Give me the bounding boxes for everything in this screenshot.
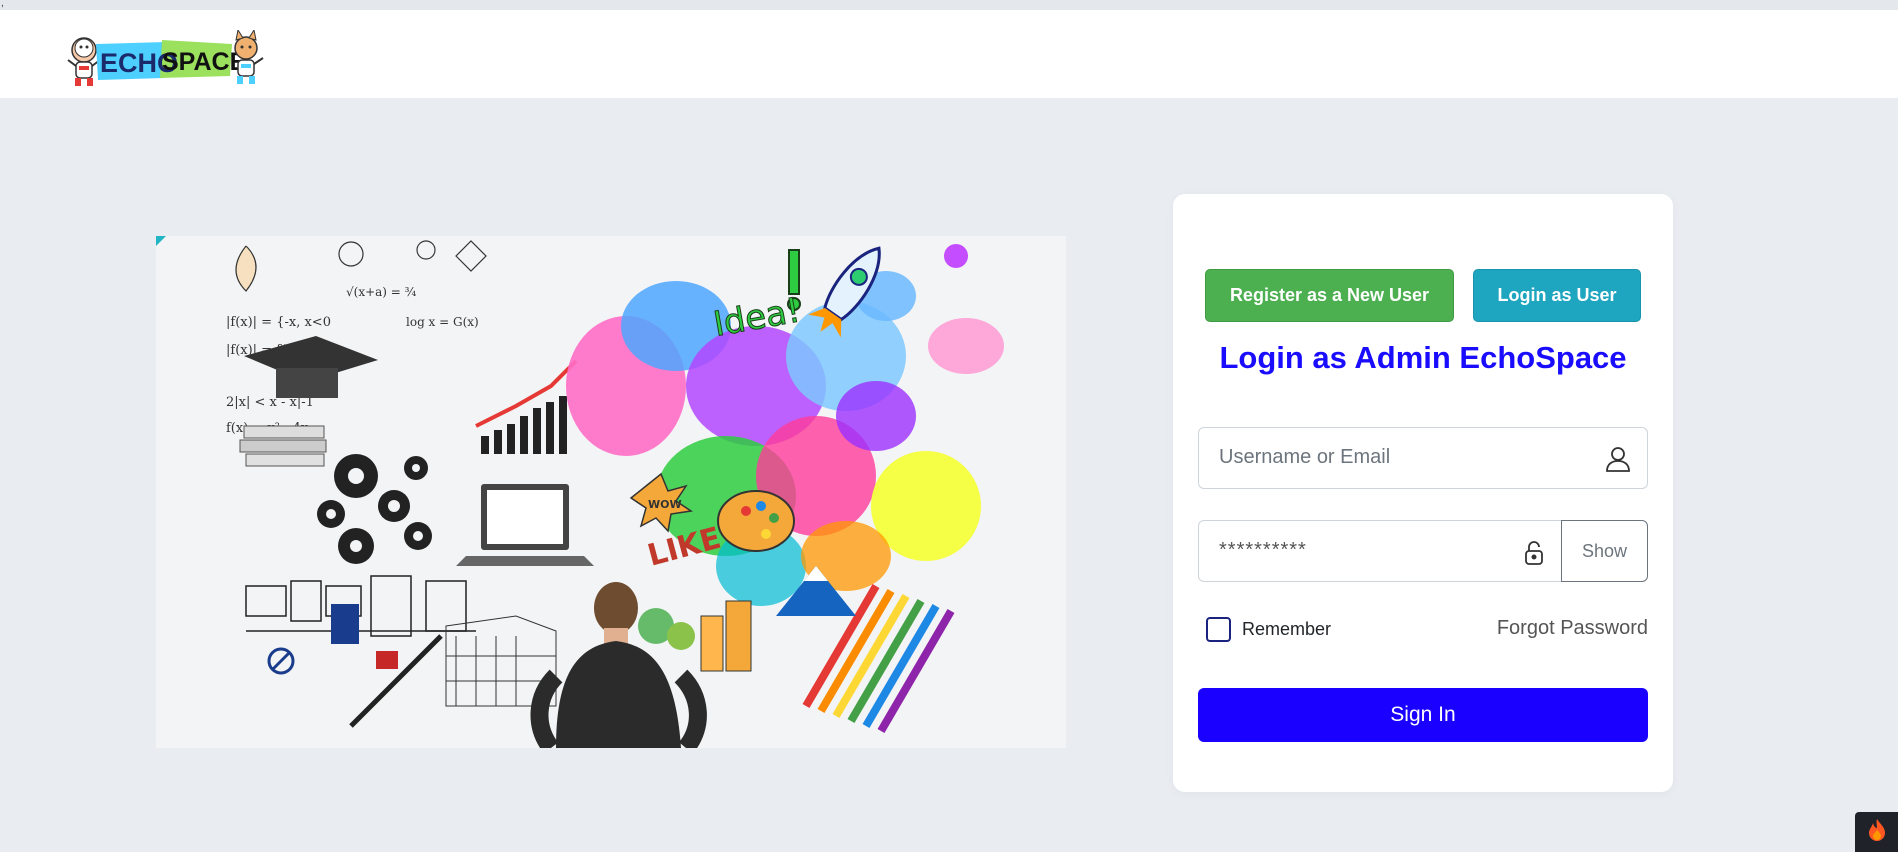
username-placeholder: Username or Email [1219,446,1391,468]
remember-label[interactable]: Remember [1242,619,1331,640]
remember-checkbox[interactable] [1206,617,1231,642]
svg-text:√(x+a) = ¾: √(x+a) = ¾ [346,285,417,299]
username-field[interactable]: Username or Email [1198,427,1648,489]
forgot-password-link[interactable]: Forgot Password [1497,617,1648,640]
echospace-logo[interactable]: ECHO SPACE [66,28,266,88]
hero-illustration: |f(x)| = {-x, x<0 |f(x)| = f(G(x)) 2|x| … [156,236,1066,748]
top-strip [0,0,1898,10]
stray-mark: , [1,0,4,9]
password-value: ********** [1219,539,1307,561]
flame-icon [1866,818,1888,847]
page-title: Login as Admin EchoSpace [1219,340,1627,375]
debug-toolbar-toggle[interactable] [1855,812,1898,852]
logo-space-text: SPACE [162,48,246,76]
svg-text:WOW: WOW [648,498,682,511]
lock-icon [1519,537,1549,567]
password-group: ********** Show [1198,520,1648,582]
show-password-button[interactable]: Show [1561,520,1648,582]
register-new-user-button[interactable]: Register as a New User [1205,269,1454,322]
admin-login-card: Register as a New User Login as User Log… [1173,194,1673,792]
svg-text:log x = G(x): log x = G(x) [406,315,479,329]
svg-text:|f(x)| = {-x, x<0: |f(x)| = {-x, x<0 [226,315,331,330]
svg-text:LIKE: LIKE [644,521,725,574]
remember-row: Remember Forgot Password [1198,614,1648,644]
navbar: ECHO SPACE [0,10,1898,98]
password-field[interactable]: ********** [1198,520,1561,582]
login-as-user-button[interactable]: Login as User [1473,269,1641,322]
sign-in-button[interactable]: Sign In [1198,688,1648,742]
user-icon [1603,444,1633,474]
